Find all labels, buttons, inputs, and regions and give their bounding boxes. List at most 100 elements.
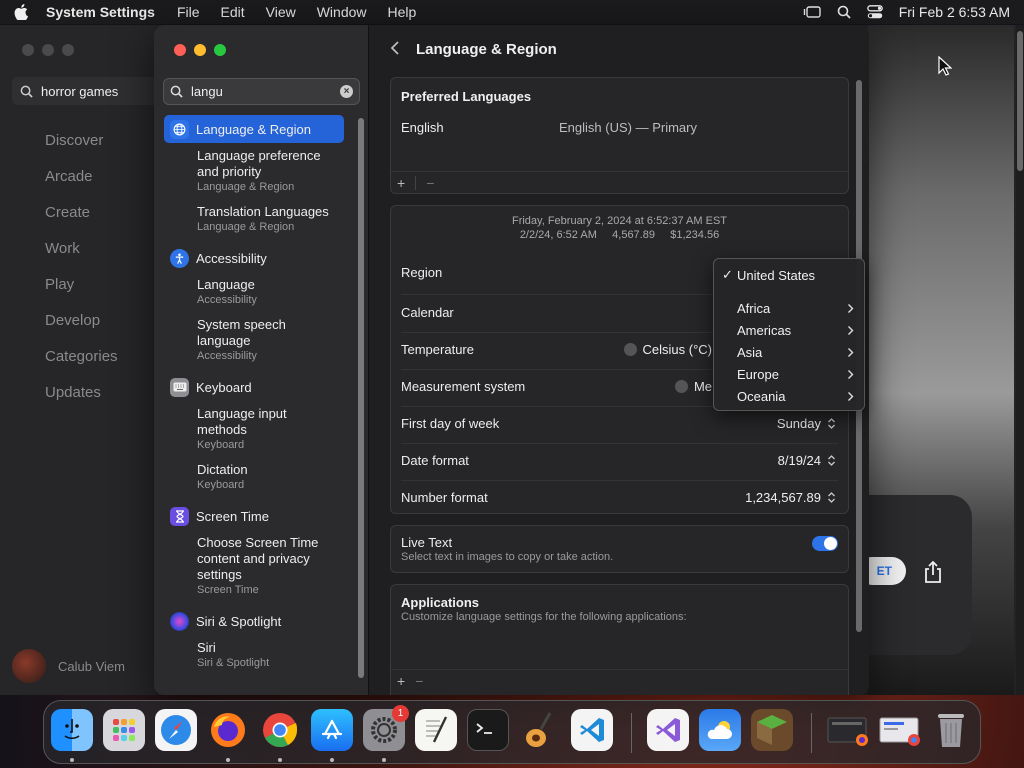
back-button[interactable]	[390, 40, 400, 59]
firefox-icon[interactable]	[207, 709, 249, 751]
close-button[interactable]	[174, 44, 186, 56]
chrome-icon[interactable]	[259, 709, 301, 751]
finder-icon[interactable]	[51, 709, 93, 751]
app-store-search-field[interactable]: horror games	[12, 77, 162, 105]
menu-clock[interactable]: Fri Feb 2 6:53 AM	[899, 4, 1010, 20]
region-submenu-asia[interactable]: Asia	[714, 341, 864, 363]
weather-icon[interactable]	[699, 709, 741, 751]
launchpad-icon[interactable]	[103, 709, 145, 751]
number-format-popup[interactable]: 1,234,567.89	[745, 490, 836, 505]
celsius-radio[interactable]	[623, 342, 637, 356]
clear-search-icon[interactable]: ×	[340, 85, 353, 98]
result-content-privacy[interactable]: Choose Screen Time content and privacy s…	[164, 535, 344, 597]
stage-manager-icon[interactable]	[803, 5, 821, 19]
region-submenu-oceania[interactable]: Oceania	[714, 385, 864, 407]
safari-icon[interactable]	[155, 709, 197, 751]
applications-list-controls: + −	[391, 669, 848, 691]
file-menu[interactable]: File	[177, 4, 200, 20]
apple-menu-icon[interactable]	[14, 4, 30, 20]
add-application-button[interactable]: +	[397, 673, 405, 689]
inactive-window-controls[interactable]	[22, 44, 74, 56]
nav-develop[interactable]: Develop	[45, 310, 118, 346]
nav-play[interactable]: Play	[45, 274, 118, 310]
format-preview: Friday, February 2, 2024 at 6:52:37 AM E…	[391, 214, 848, 242]
result-translation-languages[interactable]: Translation Languages Language & Region	[164, 204, 344, 234]
region-option-united-states[interactable]: ✓ United States	[714, 264, 864, 286]
result-system-speech-language[interactable]: System speech language Accessibility	[164, 317, 344, 363]
system-settings-icon[interactable]: 1	[363, 705, 409, 751]
textedit-icon[interactable]	[415, 709, 457, 751]
result-title: Choose Screen Time content and privacy s…	[197, 535, 319, 582]
minimize-button[interactable]	[194, 44, 206, 56]
sidebar-item-siri-spotlight[interactable]: Siri & Spotlight	[164, 607, 344, 635]
firefox-window-thumbnail-icon[interactable]	[824, 709, 872, 751]
settings-search-value[interactable]: langu	[191, 84, 332, 99]
nav-work[interactable]: Work	[45, 238, 118, 274]
language-row[interactable]: English English (US) — Primary	[401, 117, 836, 137]
region-submenu-europe[interactable]: Europe	[714, 363, 864, 385]
search-results-list: Language & Region Language preference an…	[164, 115, 344, 680]
app-menu[interactable]: System Settings	[46, 4, 155, 20]
sidebar-item-keyboard[interactable]: Keyboard	[164, 373, 344, 401]
remove-language-button[interactable]: −	[426, 175, 434, 191]
result-siri[interactable]: Siri Siri & Spotlight	[164, 640, 344, 670]
region-submenu-americas[interactable]: Americas	[714, 319, 864, 341]
account-button[interactable]: Calub Viem	[12, 649, 125, 683]
date-format-row[interactable]: Date format 8/19/24	[401, 450, 836, 470]
language-detail: English (US) — Primary	[559, 119, 697, 135]
number-format-row[interactable]: Number format 1,234,567.89	[401, 487, 836, 507]
vscode-icon[interactable]	[571, 709, 613, 751]
nav-discover[interactable]: Discover	[45, 130, 118, 166]
sidebar-item-accessibility[interactable]: Accessibility	[164, 244, 344, 272]
nav-arcade[interactable]: Arcade	[45, 166, 118, 202]
edit-menu[interactable]: Edit	[221, 4, 245, 20]
minecraft-icon[interactable]	[751, 709, 793, 751]
result-input-methods[interactable]: Language input methods Keyboard	[164, 406, 344, 452]
app-store-icon[interactable]	[311, 709, 353, 751]
add-language-button[interactable]: +	[397, 175, 405, 191]
first-day-label: First day of week	[401, 415, 500, 431]
garageband-icon[interactable]	[519, 709, 561, 751]
zoom-button[interactable]	[214, 44, 226, 56]
metric-radio[interactable]	[674, 379, 688, 393]
region-submenu-africa[interactable]: Africa	[714, 297, 864, 319]
trash-icon[interactable]	[930, 709, 972, 751]
first-day-popup[interactable]: Sunday	[777, 416, 836, 431]
sidebar-item-language-region[interactable]: Language & Region	[164, 115, 344, 143]
sidebar-scrollbar[interactable]	[358, 118, 364, 678]
terminal-icon[interactable]	[467, 709, 509, 751]
remove-application-button[interactable]: −	[415, 673, 423, 689]
live-text-toggle[interactable]	[812, 536, 838, 551]
view-menu[interactable]: View	[266, 4, 296, 20]
spotlight-icon[interactable]	[837, 5, 851, 19]
first-day-row[interactable]: First day of week Sunday	[401, 413, 836, 433]
result-title: Language	[197, 277, 255, 292]
result-title: Language preference and priority	[197, 148, 321, 179]
result-accessibility-language[interactable]: Language Accessibility	[164, 277, 344, 307]
settings-search-field[interactable]: langu ×	[163, 78, 360, 105]
nav-updates[interactable]: Updates	[45, 382, 118, 418]
result-caption: Accessibility	[197, 350, 257, 362]
window-menu[interactable]: Window	[317, 4, 367, 20]
date-format-popup[interactable]: 8/19/24	[778, 453, 836, 468]
share-icon[interactable]	[922, 560, 944, 587]
app-store-scrollbar[interactable]	[1016, 25, 1024, 695]
checkmark-icon: ✓	[722, 267, 733, 282]
nav-create[interactable]: Create	[45, 202, 118, 238]
celsius-label[interactable]: Celsius (°C)	[643, 342, 712, 357]
control-center-icon[interactable]	[866, 5, 883, 19]
up-down-chevron-icon	[828, 417, 835, 429]
visual-studio-icon[interactable]	[647, 709, 689, 751]
chrome-window-thumbnail-icon[interactable]	[876, 709, 924, 751]
chevron-right-icon	[848, 303, 854, 313]
result-language-preference[interactable]: Language preference and priority Languag…	[164, 148, 344, 194]
help-menu[interactable]: Help	[388, 4, 417, 20]
sidebar-item-screen-time[interactable]: Screen Time	[164, 502, 344, 530]
result-dictation[interactable]: Dictation Keyboard	[164, 462, 344, 492]
result-title: Siri	[197, 640, 216, 655]
metric-label[interactable]: Me	[694, 379, 712, 394]
content-header: Language & Region	[390, 40, 557, 59]
sidebar-item-label: Screen Time	[196, 508, 269, 524]
nav-categories[interactable]: Categories	[45, 346, 118, 382]
search-icon	[20, 85, 33, 98]
